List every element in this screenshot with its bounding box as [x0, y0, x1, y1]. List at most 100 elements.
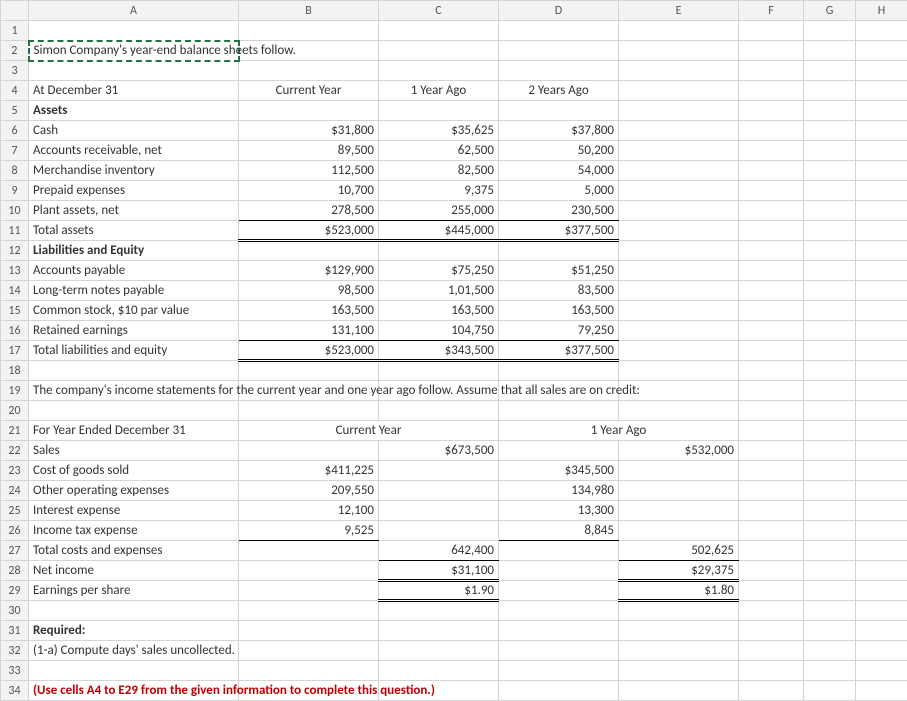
cell[interactable]	[619, 501, 739, 521]
row-header[interactable]: 12	[1, 241, 29, 261]
cell[interactable]	[804, 361, 856, 381]
cell[interactable]: 642,400	[379, 541, 499, 561]
cell[interactable]	[379, 21, 499, 41]
cell[interactable]	[739, 241, 804, 261]
cell[interactable]	[239, 601, 379, 621]
cell[interactable]	[804, 521, 856, 541]
cell[interactable]	[856, 361, 907, 381]
cell[interactable]	[619, 41, 739, 61]
cell[interactable]	[804, 621, 856, 641]
row-header[interactable]: 26	[1, 521, 29, 541]
cell[interactable]	[619, 181, 739, 201]
cell[interactable]	[804, 261, 856, 281]
cell[interactable]	[804, 201, 856, 221]
row-header[interactable]: 14	[1, 281, 29, 301]
cell[interactable]	[619, 401, 739, 421]
row-header[interactable]: 17	[1, 341, 29, 361]
cell[interactable]: Accounts receivable, net	[29, 141, 239, 161]
cell[interactable]: $37,800	[499, 121, 619, 141]
cell[interactable]: $129,900	[239, 261, 379, 281]
cell[interactable]	[499, 241, 619, 261]
cell[interactable]	[856, 481, 907, 501]
cell[interactable]	[856, 261, 907, 281]
cell[interactable]	[499, 101, 619, 121]
cell[interactable]: (Use cells A4 to E29 from the given info…	[29, 681, 239, 701]
cell[interactable]: $377,500	[499, 221, 619, 241]
cell[interactable]	[804, 281, 856, 301]
row-header[interactable]: 28	[1, 561, 29, 581]
cell[interactable]	[804, 401, 856, 421]
cell[interactable]: Cash	[29, 121, 239, 141]
cell[interactable]	[29, 61, 239, 81]
cell[interactable]	[804, 161, 856, 181]
corner-cell[interactable]	[1, 1, 29, 21]
cell[interactable]	[739, 381, 804, 401]
spreadsheet-grid[interactable]: A B C D E F G H 1 2 Simon Company's year…	[0, 0, 907, 701]
cell[interactable]	[804, 321, 856, 341]
cell[interactable]	[739, 81, 804, 101]
cell[interactable]	[804, 141, 856, 161]
row-header[interactable]: 21	[1, 421, 29, 441]
cell[interactable]	[619, 221, 739, 241]
row-header[interactable]: 4	[1, 81, 29, 101]
row-header[interactable]: 13	[1, 261, 29, 281]
cell[interactable]	[619, 521, 739, 541]
cell[interactable]	[739, 561, 804, 581]
cell[interactable]	[856, 401, 907, 421]
row-header[interactable]: 20	[1, 401, 29, 421]
cell[interactable]	[619, 61, 739, 81]
cell[interactable]	[619, 101, 739, 121]
cell[interactable]	[739, 321, 804, 341]
cell[interactable]	[856, 621, 907, 641]
cell[interactable]: $411,225	[239, 461, 379, 481]
cell[interactable]	[379, 481, 499, 501]
cell[interactable]: 163,500	[379, 301, 499, 321]
cell[interactable]	[739, 541, 804, 561]
cell[interactable]	[239, 541, 379, 561]
cell[interactable]	[856, 21, 907, 41]
cell[interactable]	[856, 61, 907, 81]
cell[interactable]	[804, 181, 856, 201]
row-header[interactable]: 2	[1, 41, 29, 61]
cell[interactable]	[379, 621, 499, 641]
cell[interactable]: 1,01,500	[379, 281, 499, 301]
cell[interactable]	[804, 461, 856, 481]
cell[interactable]	[239, 581, 379, 601]
cell[interactable]: $1.80	[619, 581, 739, 601]
col-header-G[interactable]: G	[804, 1, 856, 21]
row-header[interactable]: 15	[1, 301, 29, 321]
col-header-C[interactable]: C	[379, 1, 499, 21]
cell[interactable]: At December 31	[29, 81, 239, 101]
cell[interactable]	[499, 401, 619, 421]
cell[interactable]	[739, 361, 804, 381]
cell[interactable]	[239, 401, 379, 421]
cell[interactable]	[804, 301, 856, 321]
col-header-H[interactable]: H	[856, 1, 907, 21]
cell[interactable]	[499, 21, 619, 41]
cell[interactable]	[804, 441, 856, 461]
cell[interactable]	[739, 481, 804, 501]
col-header-F[interactable]: F	[739, 1, 804, 21]
cell[interactable]	[379, 461, 499, 481]
row-header[interactable]: 32	[1, 641, 29, 661]
cell[interactable]	[239, 61, 379, 81]
cell[interactable]: 209,550	[239, 481, 379, 501]
cell[interactable]	[856, 341, 907, 361]
row-header[interactable]: 16	[1, 321, 29, 341]
cell[interactable]	[804, 21, 856, 41]
cell[interactable]: 1 Year Ago	[379, 81, 499, 101]
cell[interactable]	[29, 401, 239, 421]
cell[interactable]	[379, 361, 499, 381]
cell[interactable]	[619, 621, 739, 641]
cell[interactable]	[856, 101, 907, 121]
cell[interactable]	[499, 601, 619, 621]
cell[interactable]: $75,250	[379, 261, 499, 281]
cell[interactable]	[804, 541, 856, 561]
cell[interactable]	[739, 61, 804, 81]
cell[interactable]: 131,100	[239, 321, 379, 341]
cell[interactable]	[856, 81, 907, 101]
cell[interactable]	[856, 581, 907, 601]
cell[interactable]	[619, 201, 739, 221]
cell[interactable]	[239, 621, 379, 641]
cell[interactable]	[856, 521, 907, 541]
